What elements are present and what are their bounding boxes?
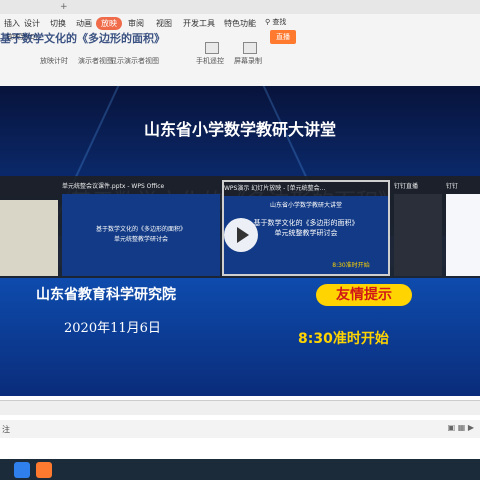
mini-subtitle: 单元统整教学研讨会: [113, 236, 168, 243]
status-bar: 注 ▣ ▦ ▶: [0, 420, 480, 438]
title-bar: [0, 0, 480, 14]
search-icon: ⚲: [265, 18, 271, 26]
play-button-icon[interactable]: [224, 218, 258, 252]
tab-animation[interactable]: 动画: [76, 18, 92, 29]
reminder-badge: 友情提示: [316, 284, 412, 306]
mini-start-time: 8:30准时开始: [332, 262, 370, 269]
search-label: 查找: [272, 18, 287, 26]
card-label: 钉钉: [446, 183, 459, 190]
new-tab-icon[interactable]: +: [60, 2, 68, 12]
horizontal-scrollbar[interactable]: [0, 400, 480, 415]
window-card-dingtalk[interactable]: 钉钉: [446, 180, 480, 276]
taskbar: [0, 459, 480, 480]
event-date: 2020年11月6日: [64, 321, 161, 336]
slide-title: 山东省小学数学教研大讲堂: [143, 120, 336, 139]
overlay-title: 基于数学文化的《多边形的面积》: [0, 32, 165, 44]
phone-remote-label[interactable]: 手机遥控: [196, 56, 224, 66]
tab-slideshow[interactable]: 放映: [96, 17, 122, 30]
tab-insert[interactable]: 插入: [4, 18, 20, 29]
organization: 山东省教育科学研究院: [36, 287, 176, 303]
option-show-presenter[interactable]: 显示演示者视图: [110, 56, 159, 66]
option-presenter[interactable]: 演示者视图: [78, 56, 113, 66]
search-box[interactable]: ⚲ 查找: [265, 17, 299, 29]
start-time: 8:30准时开始: [298, 331, 389, 347]
window-card-map[interactable]: [0, 180, 58, 276]
option-timing[interactable]: 放映计时: [40, 56, 68, 66]
status-text: 注: [2, 425, 10, 434]
tab-design[interactable]: 设计: [24, 18, 40, 29]
window-card-pptx[interactable]: 单元统整会议课件.pptx - WPS Office 基于数学文化的《多边形的面…: [62, 180, 220, 276]
dingtalk-thumbnail: [446, 194, 480, 276]
card-label: WPS演示 幻灯片放映 - [单元统整会...: [224, 185, 326, 192]
mini-title: 基于数学文化的《多边形的面积》: [95, 226, 186, 233]
tab-transition[interactable]: 切换: [50, 18, 66, 29]
app-icon[interactable]: [14, 462, 30, 478]
card-label: 钉钉直播: [394, 183, 419, 190]
status-icons: ▣ ▦ ▶: [447, 423, 474, 432]
map-thumbnail: [0, 200, 58, 276]
live-button[interactable]: 直播: [270, 30, 296, 44]
tab-review[interactable]: 审阅: [128, 18, 144, 29]
tab-view[interactable]: 视图: [156, 18, 172, 29]
ribbon: + 插入 设计 切换 动画 放映 审阅 视图 开发工具 特色功能 ⚲ 查找 直播…: [0, 0, 480, 87]
dingtalk-live-thumbnail: [394, 194, 442, 276]
tab-developer[interactable]: 开发工具: [183, 18, 215, 29]
mini-title: 山东省小学数学教研大讲堂: [269, 202, 342, 209]
window-card-dingtalk-live[interactable]: 钉钉直播: [394, 180, 442, 276]
screen-record-label[interactable]: 屏幕录制: [234, 56, 262, 66]
tab-features[interactable]: 特色功能: [224, 18, 256, 29]
wps-app-icon[interactable]: [36, 462, 52, 478]
pptx-thumbnail: 基于数学文化的《多边形的面积》 单元统整教学研讨会: [62, 194, 220, 276]
card-label: 单元统整会议课件.pptx - WPS Office: [62, 183, 165, 190]
